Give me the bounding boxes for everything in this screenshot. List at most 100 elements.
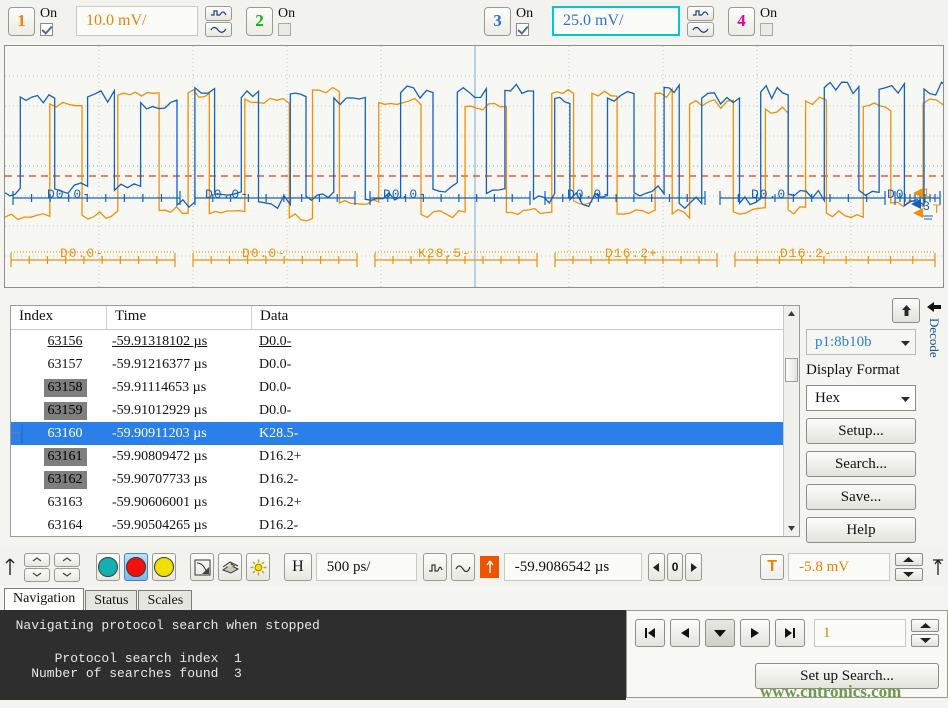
delay-zero-button[interactable]: 0	[667, 553, 684, 581]
cell-index: 63157	[25, 356, 105, 374]
table-scrollbar[interactable]	[783, 306, 799, 536]
table-row[interactable]: 63161-59.90809472 µsD16.2+	[11, 445, 799, 468]
row-marker-blank	[11, 399, 25, 422]
channel-4-checkbox[interactable]	[760, 23, 773, 36]
channel-3-on-label: On	[516, 7, 546, 21]
channel-toolbar: 1 On 10.0 mV/ 2 On 3 On 25.0 mV/	[0, 0, 948, 42]
cell-time: -59.91114653 µs	[105, 380, 252, 396]
trigger-button[interactable]: T	[760, 554, 784, 580]
spinner-down-icon[interactable]	[911, 634, 939, 647]
table-row[interactable]: 63159-59.91012929 µsD0.0-	[11, 399, 799, 422]
vertical-arrow-icon[interactable]	[0, 557, 20, 577]
delay-step-label: 0	[672, 560, 679, 574]
table-row[interactable]: 63157-59.91216377 µsD0.0-	[11, 353, 799, 376]
double-down-icon[interactable]	[24, 568, 50, 582]
yellow-circle-icon	[154, 557, 174, 577]
delay-field[interactable]: -59.9086542 µs	[504, 553, 642, 581]
scroll-down-icon[interactable]	[784, 521, 799, 536]
channel-2-button[interactable]: 2	[246, 7, 273, 36]
waveform-sine-icon[interactable]	[205, 22, 232, 37]
help-button[interactable]: Help	[806, 517, 916, 543]
waveform-display[interactable]: 1 3 T D0.0- D0.0- D0.0- D0.0- D0.0- D0 D…	[4, 45, 944, 288]
decode-side-tab[interactable]: Decode	[922, 300, 946, 400]
tab-scales[interactable]: Scales	[138, 590, 192, 612]
clear-display-button[interactable]	[218, 553, 242, 581]
double-down-icon[interactable]	[54, 568, 80, 582]
cell-index-value: 63160	[44, 425, 87, 443]
cell-data: D16.2+	[252, 449, 799, 465]
channel-1-checkbox[interactable]	[40, 23, 53, 36]
spinner-up-icon[interactable]	[895, 553, 923, 566]
waveform-pulse-icon[interactable]	[205, 6, 232, 21]
channel-3-button[interactable]: 3	[484, 7, 511, 36]
nav-index-spinner	[911, 619, 939, 647]
display-format-select[interactable]: Hex	[806, 385, 916, 411]
svg-text:3: 3	[923, 199, 930, 213]
decode-label-orange: D0.0-	[242, 246, 286, 261]
waveform-pulse-icon[interactable]	[423, 553, 447, 581]
nav-last-button[interactable]	[775, 619, 805, 647]
column-header-time[interactable]: Time	[106, 306, 251, 329]
table-row[interactable]: 63162-59.90707733 µsD16.2-	[11, 468, 799, 491]
nav-prev-button[interactable]	[670, 619, 700, 647]
channel-1-button[interactable]: 1	[8, 7, 35, 36]
waveform-sine-icon[interactable]	[687, 22, 714, 37]
scroll-up-icon[interactable]	[784, 306, 799, 321]
horizontal-icon-label: H	[292, 558, 304, 576]
decode-control-panel: p1:8b10b Display Format Hex Setup... Sea…	[806, 298, 928, 543]
search-button[interactable]: Search...	[806, 451, 916, 477]
autoscale-button[interactable]	[190, 553, 214, 581]
intensity-button[interactable]	[246, 553, 270, 581]
spinner-down-icon[interactable]	[895, 568, 923, 581]
waveform-pulse-icon[interactable]	[687, 6, 714, 21]
nav-next-button[interactable]	[740, 619, 770, 647]
timebase-field[interactable]: 500 ps/	[316, 553, 418, 581]
cell-data: D16.2-	[252, 518, 799, 534]
table-row[interactable]: 63158-59.91114653 µsD0.0-	[11, 376, 799, 399]
cell-index-value: 63157	[44, 356, 87, 374]
trigger-level-field[interactable]: -5.8 mV	[788, 553, 890, 581]
delay-prev-button[interactable]	[648, 553, 665, 581]
column-header-data[interactable]: Data	[251, 306, 799, 329]
channel-markers: 1 3 T	[911, 186, 941, 219]
channel-2-checkbox[interactable]	[278, 23, 291, 36]
spinner-up-icon[interactable]	[911, 619, 939, 632]
delay-next-button[interactable]	[685, 553, 702, 581]
channel-1-scale-field[interactable]: 10.0 mV/	[76, 6, 198, 36]
nav-down-button[interactable]	[705, 619, 735, 647]
tab-status[interactable]: Status	[85, 590, 137, 612]
channel-3-scale-field[interactable]: 25.0 mV/	[552, 6, 680, 36]
run-button[interactable]	[96, 553, 120, 581]
protocol-select[interactable]: p1:8b10b	[806, 329, 916, 355]
decode-table[interactable]: Index Time Data 63156-59.91318102 µsD0.0…	[10, 305, 800, 537]
decode-label-orange: D0.0-	[60, 246, 104, 261]
nav-index-field[interactable]: 1	[814, 619, 906, 647]
trigger-vertical-arrow-icon[interactable]	[928, 557, 948, 577]
save-button[interactable]: Save...	[806, 484, 916, 510]
table-row[interactable]: 63156-59.91318102 µsD0.0-	[11, 330, 799, 353]
waveform-sine-icon[interactable]	[451, 553, 475, 581]
table-row[interactable]: 63164-59.90504265 µsD16.2-	[11, 514, 799, 537]
table-row[interactable]: 63163-59.90606001 µsD16.2+	[11, 491, 799, 514]
channel-3-checkbox[interactable]	[516, 23, 529, 36]
setup-button[interactable]: Setup...	[806, 418, 916, 444]
nav-first-button[interactable]	[635, 619, 665, 647]
red-circle-icon	[126, 557, 146, 577]
cell-index: 63159	[25, 402, 105, 420]
column-header-index[interactable]: Index	[11, 306, 106, 329]
tab-navigation[interactable]: Navigation	[4, 588, 84, 612]
single-button[interactable]	[152, 553, 176, 581]
double-up-icon[interactable]	[24, 553, 50, 567]
horizontal-button[interactable]: H	[284, 553, 312, 581]
cell-time: -59.91012929 µs	[105, 403, 252, 419]
row-marker-blank	[11, 330, 25, 353]
scrollbar-thumb[interactable]	[785, 358, 798, 382]
table-row[interactable]: 63160-59.90911203 µsK28.5-	[11, 422, 799, 445]
delay-marker-icon[interactable]	[480, 556, 498, 578]
cell-index-value: 63159	[44, 402, 87, 420]
scroll-to-top-button[interactable]	[892, 298, 920, 323]
decode-label-blue: D0.0-	[567, 187, 611, 202]
double-up-icon[interactable]	[54, 553, 80, 567]
stop-button[interactable]	[124, 553, 148, 581]
channel-4-button[interactable]: 4	[728, 7, 755, 36]
